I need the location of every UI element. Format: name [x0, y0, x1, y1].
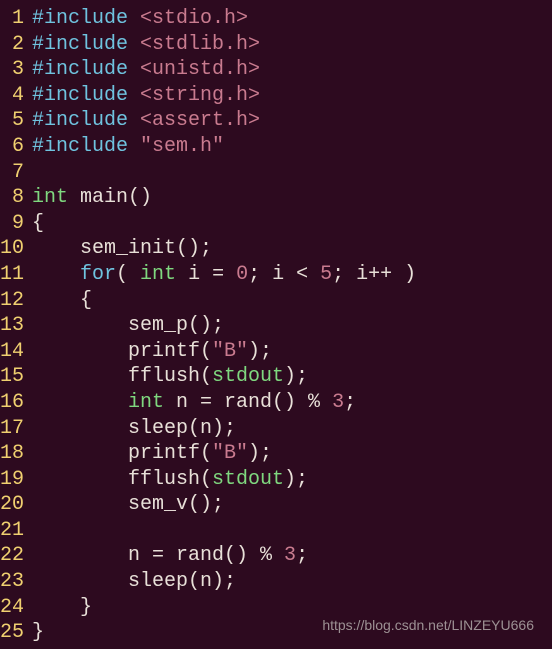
- line-number: 18: [0, 441, 32, 467]
- line-number: 13: [0, 313, 32, 339]
- code-line: 4#include <string.h>: [0, 83, 552, 109]
- line-number: 9: [0, 211, 32, 237]
- line-number: 1: [0, 6, 32, 32]
- code-block: 1#include <stdio.h>2#include <stdlib.h>3…: [0, 6, 552, 646]
- line-number: 24: [0, 595, 32, 621]
- line-number: 16: [0, 390, 32, 416]
- line-number: 17: [0, 416, 32, 442]
- code-content: #include <assert.h>: [32, 108, 260, 134]
- code-line: 2#include <stdlib.h>: [0, 32, 552, 58]
- code-line: 20 sem_v();: [0, 492, 552, 518]
- code-content: sleep(n);: [32, 416, 236, 442]
- code-content: fflush(stdout);: [32, 467, 308, 493]
- code-content: {: [32, 288, 92, 314]
- code-line: 12 {: [0, 288, 552, 314]
- code-line: 23 sleep(n);: [0, 569, 552, 595]
- line-number: 14: [0, 339, 32, 365]
- code-content: #include <stdlib.h>: [32, 32, 260, 58]
- code-line: 10 sem_init();: [0, 236, 552, 262]
- code-content: #include <unistd.h>: [32, 57, 260, 83]
- line-number: 25: [0, 620, 32, 646]
- line-number: 15: [0, 364, 32, 390]
- code-content: #include <stdio.h>: [32, 6, 248, 32]
- code-line: 17 sleep(n);: [0, 416, 552, 442]
- line-number: 20: [0, 492, 32, 518]
- code-content: int main(): [32, 185, 152, 211]
- code-content: sem_init();: [32, 236, 212, 262]
- line-number: 6: [0, 134, 32, 160]
- line-number: 7: [0, 160, 32, 186]
- code-content: printf("B");: [32, 339, 272, 365]
- code-line: 7: [0, 160, 552, 186]
- line-number: 22: [0, 543, 32, 569]
- code-content: fflush(stdout);: [32, 364, 308, 390]
- code-content: {: [32, 211, 44, 237]
- code-content: #include "sem.h": [32, 134, 224, 160]
- line-number: 10: [0, 236, 32, 262]
- line-number: 23: [0, 569, 32, 595]
- code-line: 3#include <unistd.h>: [0, 57, 552, 83]
- line-number: 2: [0, 32, 32, 58]
- code-line: 21: [0, 518, 552, 544]
- line-number: 19: [0, 467, 32, 493]
- line-number: 3: [0, 57, 32, 83]
- code-line: 8int main(): [0, 185, 552, 211]
- line-number: 12: [0, 288, 32, 314]
- code-line: 18 printf("B");: [0, 441, 552, 467]
- line-number: 5: [0, 108, 32, 134]
- code-content: sem_v();: [32, 492, 224, 518]
- code-line: 15 fflush(stdout);: [0, 364, 552, 390]
- code-line: 6#include "sem.h": [0, 134, 552, 160]
- code-line: 16 int n = rand() % 3;: [0, 390, 552, 416]
- code-line: 11 for( int i = 0; i < 5; i++ ): [0, 262, 552, 288]
- code-line: 19 fflush(stdout);: [0, 467, 552, 493]
- code-content: sem_p();: [32, 313, 224, 339]
- code-line: 5#include <assert.h>: [0, 108, 552, 134]
- code-content: sleep(n);: [32, 569, 236, 595]
- code-content: }: [32, 620, 44, 646]
- code-line: 13 sem_p();: [0, 313, 552, 339]
- code-content: #include <string.h>: [32, 83, 260, 109]
- line-number: 21: [0, 518, 32, 544]
- code-line: 1#include <stdio.h>: [0, 6, 552, 32]
- code-content: int n = rand() % 3;: [32, 390, 356, 416]
- code-line: 22 n = rand() % 3;: [0, 543, 552, 569]
- line-number: 11: [0, 262, 32, 288]
- code-line: 14 printf("B");: [0, 339, 552, 365]
- code-line: 9{: [0, 211, 552, 237]
- line-number: 4: [0, 83, 32, 109]
- watermark-text: https://blog.csdn.net/LINZEYU666: [322, 617, 534, 635]
- code-content: }: [32, 595, 92, 621]
- code-content: for( int i = 0; i < 5; i++ ): [32, 262, 416, 288]
- code-content: n = rand() % 3;: [32, 543, 308, 569]
- line-number: 8: [0, 185, 32, 211]
- code-content: printf("B");: [32, 441, 272, 467]
